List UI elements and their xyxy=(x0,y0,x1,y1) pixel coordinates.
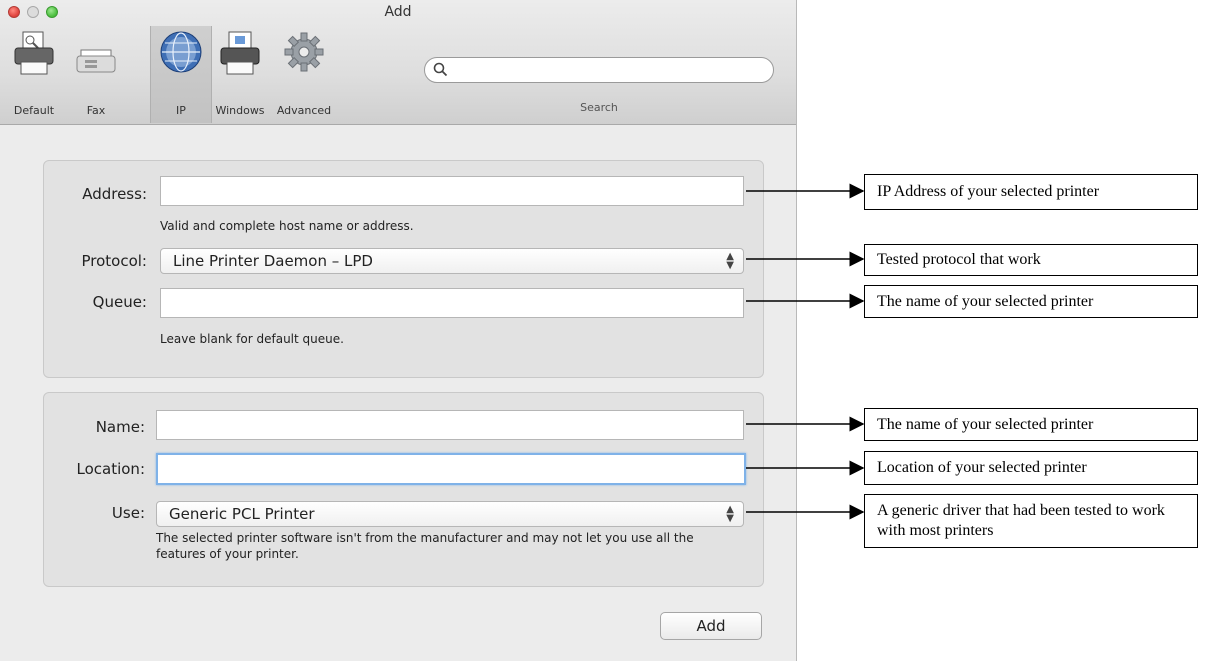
callout-name: The name of your selected printer xyxy=(864,408,1198,441)
callout-protocol: Tested protocol that work xyxy=(864,244,1198,276)
callout-queue: The name of your selected printer xyxy=(864,285,1198,318)
callout-location: Location of your selected printer xyxy=(864,451,1198,485)
annotation-arrows xyxy=(746,183,865,520)
callout-use: A generic driver that had been tested to… xyxy=(864,494,1198,548)
callout-address: IP Address of your selected printer xyxy=(864,174,1198,210)
